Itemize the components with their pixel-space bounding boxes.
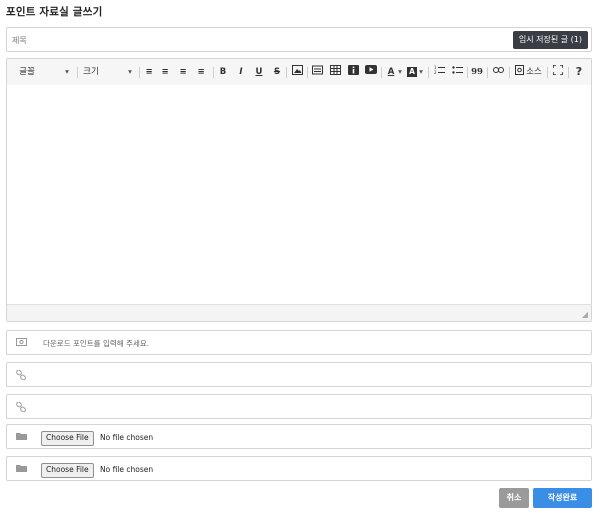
folder-icon — [15, 432, 27, 442]
align-justify-icon[interactable]: ≡ — [195, 65, 207, 79]
underline-button[interactable]: U — [253, 65, 265, 79]
file-status: No file chosen — [100, 465, 154, 474]
fullscreen-icon[interactable] — [552, 64, 564, 79]
subject-field[interactable]: 제목 임시 저장된 글 (1) — [6, 27, 592, 52]
draft-saved-button[interactable]: 임시 저장된 글 (1) — [512, 31, 588, 49]
font-family-dropdown-icon[interactable]: ▾ — [63, 65, 71, 79]
help-button[interactable]: ? — [573, 65, 585, 79]
source-icon[interactable] — [514, 65, 524, 79]
choose-file-button[interactable]: Choose File — [41, 463, 94, 478]
submit-button[interactable]: 작성완료 — [533, 488, 592, 508]
link-icon — [15, 369, 27, 381]
point-icon — [15, 338, 27, 348]
choose-file-button[interactable]: Choose File — [41, 431, 94, 446]
link-field-1[interactable] — [6, 362, 592, 387]
svg-text:2: 2 — [434, 70, 437, 75]
emoticon-icon[interactable] — [311, 65, 323, 79]
table-icon[interactable] — [329, 65, 341, 79]
file-field-1: Choose File No file chosen — [6, 424, 592, 449]
text-color-dropdown-icon[interactable]: ▾ — [397, 65, 403, 79]
folder-icon — [15, 464, 27, 474]
file-field-2: Choose File No file chosen — [6, 456, 592, 481]
source-button[interactable]: 소스 — [525, 65, 543, 79]
page-title: 포인트 자료실 글쓰기 — [6, 6, 103, 18]
font-size-select[interactable]: 크기 — [83, 65, 99, 79]
numbered-list-icon[interactable]: 12 — [433, 65, 445, 79]
download-point-field[interactable]: 다운로드 포인트를 입력해 주세요. — [6, 330, 592, 355]
editor-toolbar: 글꼴 ▾ 크기 ▾ ≡ ≡ ≡ ≡ B I U S A ▾ A ▾ 1 2 99… — [7, 59, 591, 86]
info-box-icon[interactable] — [347, 65, 359, 79]
rich-text-editor[interactable]: 글꼴 ▾ 크기 ▾ ≡ ≡ ≡ ≡ B I U S A ▾ A ▾ 1 2 99… — [6, 58, 592, 322]
video-icon[interactable] — [365, 65, 377, 79]
resize-handle-icon[interactable]: ◢ — [582, 310, 588, 319]
file-status: No file chosen — [100, 433, 154, 442]
point-input[interactable]: 다운로드 포인트를 입력해 주세요. — [43, 338, 149, 349]
bullet-list-icon[interactable] — [451, 65, 463, 79]
align-right-icon[interactable]: ≡ — [177, 65, 189, 79]
link-field-2[interactable] — [6, 394, 592, 419]
editor-statusbar: ◢ — [7, 304, 591, 321]
editor-content-area[interactable] — [7, 85, 591, 305]
text-color-button[interactable]: A — [385, 65, 397, 79]
background-color-button[interactable]: A — [406, 65, 418, 79]
font-family-select[interactable]: 글꼴 — [19, 65, 35, 79]
background-color-dropdown-icon[interactable]: ▾ — [418, 65, 424, 79]
background-color-label: A — [407, 67, 417, 77]
bold-button[interactable]: B — [217, 65, 229, 79]
align-left-icon[interactable]: ≡ — [143, 65, 155, 79]
blockquote-button[interactable]: 99 — [471, 65, 483, 79]
align-center-icon[interactable]: ≡ — [159, 65, 171, 79]
cancel-button[interactable]: 취소 — [499, 488, 529, 508]
subject-input[interactable]: 제목 — [12, 35, 27, 46]
strikethrough-button[interactable]: S — [271, 65, 283, 79]
image-icon[interactable] — [291, 65, 303, 79]
font-size-dropdown-icon[interactable]: ▾ — [126, 65, 134, 79]
link-icon[interactable] — [492, 65, 504, 79]
link-icon — [15, 401, 27, 413]
italic-button[interactable]: I — [235, 65, 247, 79]
